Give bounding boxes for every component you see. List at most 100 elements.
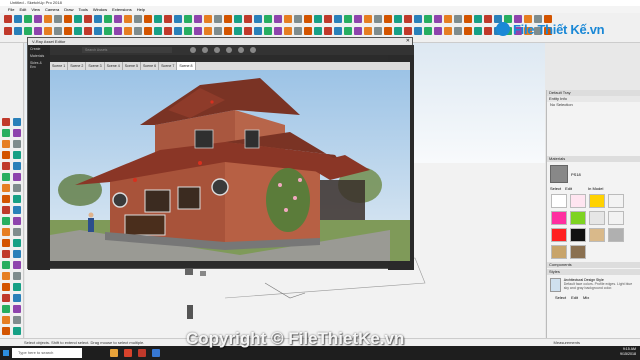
toolbar-tool-icon[interactable]: [24, 27, 32, 35]
drawing-tool-icon[interactable]: [2, 283, 10, 291]
toolbar-tool-icon[interactable]: [234, 27, 242, 35]
drawing-tool-icon[interactable]: [13, 316, 21, 324]
toolbar-tool-icon[interactable]: [74, 27, 82, 35]
toolbar-tool-icon[interactable]: [214, 15, 222, 23]
toolbar-tool-icon[interactable]: [104, 27, 112, 35]
toolbar-tool-icon[interactable]: [394, 27, 402, 35]
scene-tab[interactable]: Scene 2: [68, 62, 87, 70]
toolbar-tool-icon[interactable]: [464, 27, 472, 35]
interactive-render-icon[interactable]: [202, 47, 208, 53]
toolbar-tool-icon[interactable]: [284, 27, 292, 35]
toolbar-tool-icon[interactable]: [484, 15, 492, 23]
toolbar-tool-icon[interactable]: [394, 15, 402, 23]
drawing-tool-icon[interactable]: [2, 140, 10, 148]
toolbar-tool-icon[interactable]: [24, 15, 32, 23]
drawing-tool-icon[interactable]: [13, 151, 21, 159]
windows-start-icon[interactable]: [3, 350, 9, 356]
material-swatch[interactable]: [551, 211, 567, 225]
toolbar-tool-icon[interactable]: [404, 15, 412, 23]
taskbar-search[interactable]: Type here to search: [12, 348, 82, 358]
toolbar-tool-icon[interactable]: [4, 27, 12, 35]
toolbar-tool-icon[interactable]: [364, 15, 372, 23]
material-swatch[interactable]: [551, 194, 567, 208]
toolbar-tool-icon[interactable]: [274, 15, 282, 23]
vray-materials[interactable]: Materials: [30, 54, 48, 58]
toolbar-tool-icon[interactable]: [314, 27, 322, 35]
toolbar-tool-icon[interactable]: [84, 27, 92, 35]
material-filter[interactable]: In Model: [588, 186, 603, 191]
toolbar-tool-icon[interactable]: [374, 27, 382, 35]
drawing-tool-icon[interactable]: [2, 217, 10, 225]
scene-tab[interactable]: Scene 4: [105, 62, 123, 70]
drawing-tool-icon[interactable]: [2, 162, 10, 170]
toolbar-tool-icon[interactable]: [374, 15, 382, 23]
toolbar-tool-icon[interactable]: [424, 27, 432, 35]
drawing-tool-icon[interactable]: [2, 151, 10, 159]
drawing-tool-icon[interactable]: [13, 217, 21, 225]
toolbar-tool-icon[interactable]: [204, 15, 212, 23]
toolbar-tool-icon[interactable]: [94, 15, 102, 23]
material-swatch[interactable]: [589, 211, 605, 225]
toolbar-tool-icon[interactable]: [244, 15, 252, 23]
drawing-tool-icon[interactable]: [13, 250, 21, 258]
toolbar-tool-icon[interactable]: [124, 15, 132, 23]
toolbar-tool-icon[interactable]: [174, 15, 182, 23]
drawing-tool-icon[interactable]: [2, 261, 10, 269]
toolbar-tool-icon[interactable]: [114, 15, 122, 23]
render-icon[interactable]: [190, 47, 196, 53]
drawing-tool-icon[interactable]: [2, 327, 10, 335]
toolbar-tool-icon[interactable]: [324, 27, 332, 35]
toolbar-tool-icon[interactable]: [174, 27, 182, 35]
toolbar-tool-icon[interactable]: [434, 27, 442, 35]
toolbar-tool-icon[interactable]: [294, 27, 302, 35]
select-tab[interactable]: Select: [550, 186, 561, 191]
drawing-tool-icon[interactable]: [13, 239, 21, 247]
material-swatch[interactable]: [589, 194, 605, 208]
styles-edit-tab[interactable]: Edit: [571, 295, 578, 300]
toolbar-tool-icon[interactable]: [464, 15, 472, 23]
render-viewport[interactable]: [50, 70, 410, 261]
close-icon[interactable]: ✕: [406, 38, 410, 45]
toolbar-tool-icon[interactable]: [54, 27, 62, 35]
material-swatch[interactable]: [608, 211, 624, 225]
toolbar-tool-icon[interactable]: [184, 27, 192, 35]
drawing-tool-icon[interactable]: [2, 184, 10, 192]
toolbar-tool-icon[interactable]: [154, 27, 162, 35]
scene-tab[interactable]: Scene 8: [177, 62, 196, 70]
toolbar-tool-icon[interactable]: [234, 15, 242, 23]
toolbar-tool-icon[interactable]: [434, 15, 442, 23]
toolbar-tool-icon[interactable]: [334, 27, 342, 35]
toolbar-tool-icon[interactable]: [474, 15, 482, 23]
toolbar-tool-icon[interactable]: [444, 15, 452, 23]
toolbar-tool-icon[interactable]: [224, 15, 232, 23]
toolbar-tool-icon[interactable]: [264, 15, 272, 23]
toolbar-tool-icon[interactable]: [314, 15, 322, 23]
toolbar-tool-icon[interactable]: [304, 15, 312, 23]
drawing-tool-icon[interactable]: [2, 305, 10, 313]
scene-tab[interactable]: Scene 3: [86, 62, 105, 70]
toolbar-tool-icon[interactable]: [184, 15, 192, 23]
vray-skies-env[interactable]: Skies & Env: [30, 61, 48, 69]
drawing-tool-icon[interactable]: [13, 195, 21, 203]
toolbar-tool-icon[interactable]: [204, 27, 212, 35]
material-swatch[interactable]: [608, 194, 624, 208]
scene-tab[interactable]: Scene 6: [141, 62, 160, 70]
toolbar-tool-icon[interactable]: [54, 15, 62, 23]
toolbar-tool-icon[interactable]: [414, 27, 422, 35]
drawing-tool-icon[interactable]: [13, 206, 21, 214]
toolbar-tool-icon[interactable]: [484, 27, 492, 35]
material-swatch[interactable]: [570, 211, 586, 225]
toolbar-tool-icon[interactable]: [154, 15, 162, 23]
material-name[interactable]: PS18: [571, 172, 581, 177]
file-explorer-icon[interactable]: [110, 349, 118, 357]
toolbar-tool-icon[interactable]: [404, 27, 412, 35]
drawing-tool-icon[interactable]: [13, 184, 21, 192]
toolbar-tool-icon[interactable]: [14, 27, 22, 35]
toolbar-tool-icon[interactable]: [364, 27, 372, 35]
material-swatch[interactable]: [608, 228, 624, 242]
components-header[interactable]: Components: [547, 262, 640, 268]
toolbar-tool-icon[interactable]: [354, 15, 362, 23]
drawing-tool-icon[interactable]: [13, 272, 21, 280]
toolbar-tool-icon[interactable]: [324, 15, 332, 23]
vray-search-input[interactable]: Search Assets: [82, 47, 172, 53]
